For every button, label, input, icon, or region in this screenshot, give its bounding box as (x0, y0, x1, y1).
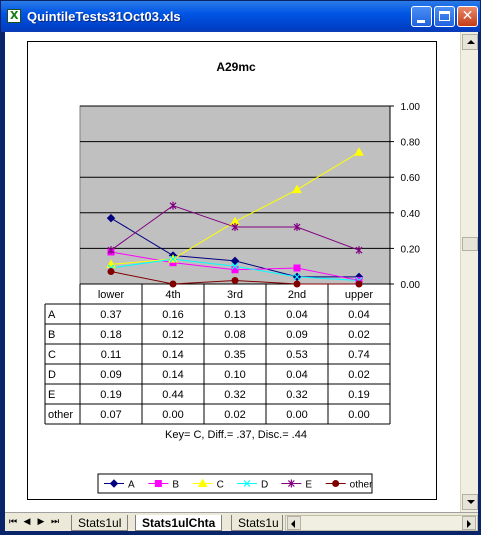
table-cell-value: 0.00 (348, 409, 369, 421)
table-cell-value: 0.08 (224, 329, 245, 341)
scroll-thumb[interactable] (462, 237, 478, 251)
chart-area[interactable]: A29mc 0.00 0.20 0.40 0.60 0.80 1.00 lower 4th 3rd… (27, 41, 437, 500)
table-cell-value: 0.14 (162, 369, 183, 381)
minimize-icon (417, 20, 425, 23)
chart-title: A29mc (216, 60, 256, 74)
legend-label-other: other (350, 480, 373, 491)
y-tick-label: 1.00 (401, 102, 421, 113)
arrow-up-icon (467, 40, 475, 44)
table-cell-value: 0.12 (162, 329, 183, 341)
arrow-right-icon (467, 520, 471, 528)
scroll-up-button[interactable] (462, 34, 478, 50)
y-tick-label: 0.60 (401, 173, 421, 184)
category-label: 3rd (227, 289, 243, 301)
prev-sheet-icon[interactable]: ◀ (21, 516, 33, 528)
y-tick-label: 0.40 (401, 209, 421, 220)
table-row-label: A (48, 309, 56, 321)
category-label: lower (98, 289, 125, 301)
y-tick-label: 0.00 (401, 280, 421, 291)
vertical-scrollbar[interactable] (460, 32, 478, 512)
legend-label-a: A (128, 480, 135, 491)
workbook-client-area: A29mc 0.00 0.20 0.40 0.60 0.80 1.00 lower 4th 3rd… (5, 32, 478, 531)
maximize-button[interactable] (434, 6, 455, 27)
sheet-tab-strip: ⏮ ◀ ▶ ⏭ Stats1ul Stats1ulChta Stats1u (5, 512, 478, 531)
next-sheet-icon[interactable]: ▶ (35, 516, 47, 528)
table-cell-value: 0.19 (348, 389, 369, 401)
table-cell-value: 0.44 (162, 389, 183, 401)
table-cell-value: 0.09 (100, 369, 121, 381)
y-tick-label: 0.20 (401, 244, 421, 255)
scroll-left-button[interactable] (287, 516, 301, 530)
minimize-button[interactable] (411, 6, 432, 27)
table-row-label: D (48, 369, 56, 381)
title-bar[interactable]: QuintileTests31Oct03.xls ✕ (1, 1, 480, 32)
first-sheet-icon[interactable]: ⏮ (7, 516, 19, 528)
window-title: QuintileTests31Oct03.xls (27, 9, 181, 24)
table-row-label: E (48, 389, 55, 401)
table-cell-value: 0.02 (348, 329, 369, 341)
table-cell-value: 0.35 (224, 349, 245, 361)
scroll-down-button[interactable] (462, 494, 478, 510)
legend-marker-other (332, 480, 340, 487)
chart-annotation: Key= C, Diff.= .37, Disc.= .44 (165, 429, 307, 441)
data-point-other (169, 280, 177, 288)
table-cell-value: 0.37 (100, 309, 121, 321)
data-point-other (293, 280, 301, 288)
data-point-other (231, 276, 239, 284)
legend-marker-b (154, 480, 162, 487)
arrow-left-icon (291, 520, 295, 528)
table-cell-value: 0.02 (348, 369, 369, 381)
y-tick-label: 0.80 (401, 138, 421, 149)
chart-sheet[interactable]: A29mc 0.00 0.20 0.40 0.60 0.80 1.00 lower 4th 3rd… (5, 32, 460, 512)
table-cell-value: 0.00 (162, 409, 183, 421)
table-cell-value: 0.02 (224, 409, 245, 421)
last-sheet-icon[interactable]: ⏭ (49, 516, 61, 528)
table-cell-value: 0.04 (348, 309, 369, 321)
scroll-right-button[interactable] (462, 516, 476, 530)
close-icon: ✕ (461, 8, 474, 24)
table-cell-value: 0.53 (286, 349, 307, 361)
excel-window: QuintileTests31Oct03.xls ✕ A29mc 0.00 0.20… (0, 0, 481, 535)
legend-label-e: E (305, 480, 312, 491)
close-button[interactable]: ✕ (457, 6, 478, 27)
table-cell-value: 0.09 (286, 329, 307, 341)
data-point-other (107, 268, 115, 276)
tab-stats1u[interactable]: Stats1u (231, 515, 283, 531)
table-cell-value: 0.32 (286, 389, 307, 401)
data-point-other (355, 280, 363, 288)
table-cell-value: 0.18 (100, 329, 121, 341)
category-label: 2nd (288, 289, 306, 301)
table-row-label: B (48, 329, 55, 341)
arrow-down-icon (467, 500, 475, 504)
table-cell-value: 0.07 (100, 409, 121, 421)
table-cell-value: 0.13 (224, 309, 245, 321)
legend-label-b: B (172, 480, 179, 491)
table-cell-value: 0.14 (162, 349, 183, 361)
data-point-b (293, 264, 301, 272)
table-cell-value: 0.32 (224, 389, 245, 401)
legend-label-c: C (217, 480, 224, 491)
table-cell-value: 0.11 (101, 349, 122, 361)
table-cell-value: 0.00 (286, 409, 307, 421)
legend-label-d: D (261, 480, 268, 491)
table-row-label: C (48, 349, 56, 361)
table-cell-value: 0.10 (224, 369, 245, 381)
table-cell-value: 0.74 (348, 349, 369, 361)
excel-app-icon[interactable] (7, 9, 21, 23)
tab-stats1ul[interactable]: Stats1ul (71, 515, 129, 531)
table-cell-value: 0.04 (286, 369, 307, 381)
table-cell-value: 0.19 (100, 389, 121, 401)
table-cell-value: 0.04 (286, 309, 307, 321)
table-cell-value: 0.16 (162, 309, 183, 321)
category-label: 4th (165, 289, 180, 301)
horizontal-scrollbar[interactable] (285, 515, 478, 531)
tab-stats1ulchta[interactable]: Stats1ulChta (135, 515, 223, 531)
maximize-icon (439, 11, 450, 21)
line-chart: A29mc 0.00 0.20 0.40 0.60 0.80 1.00 lower 4th 3rd… (44, 60, 421, 494)
category-label: upper (345, 289, 373, 301)
table-row-label: other (48, 409, 73, 421)
